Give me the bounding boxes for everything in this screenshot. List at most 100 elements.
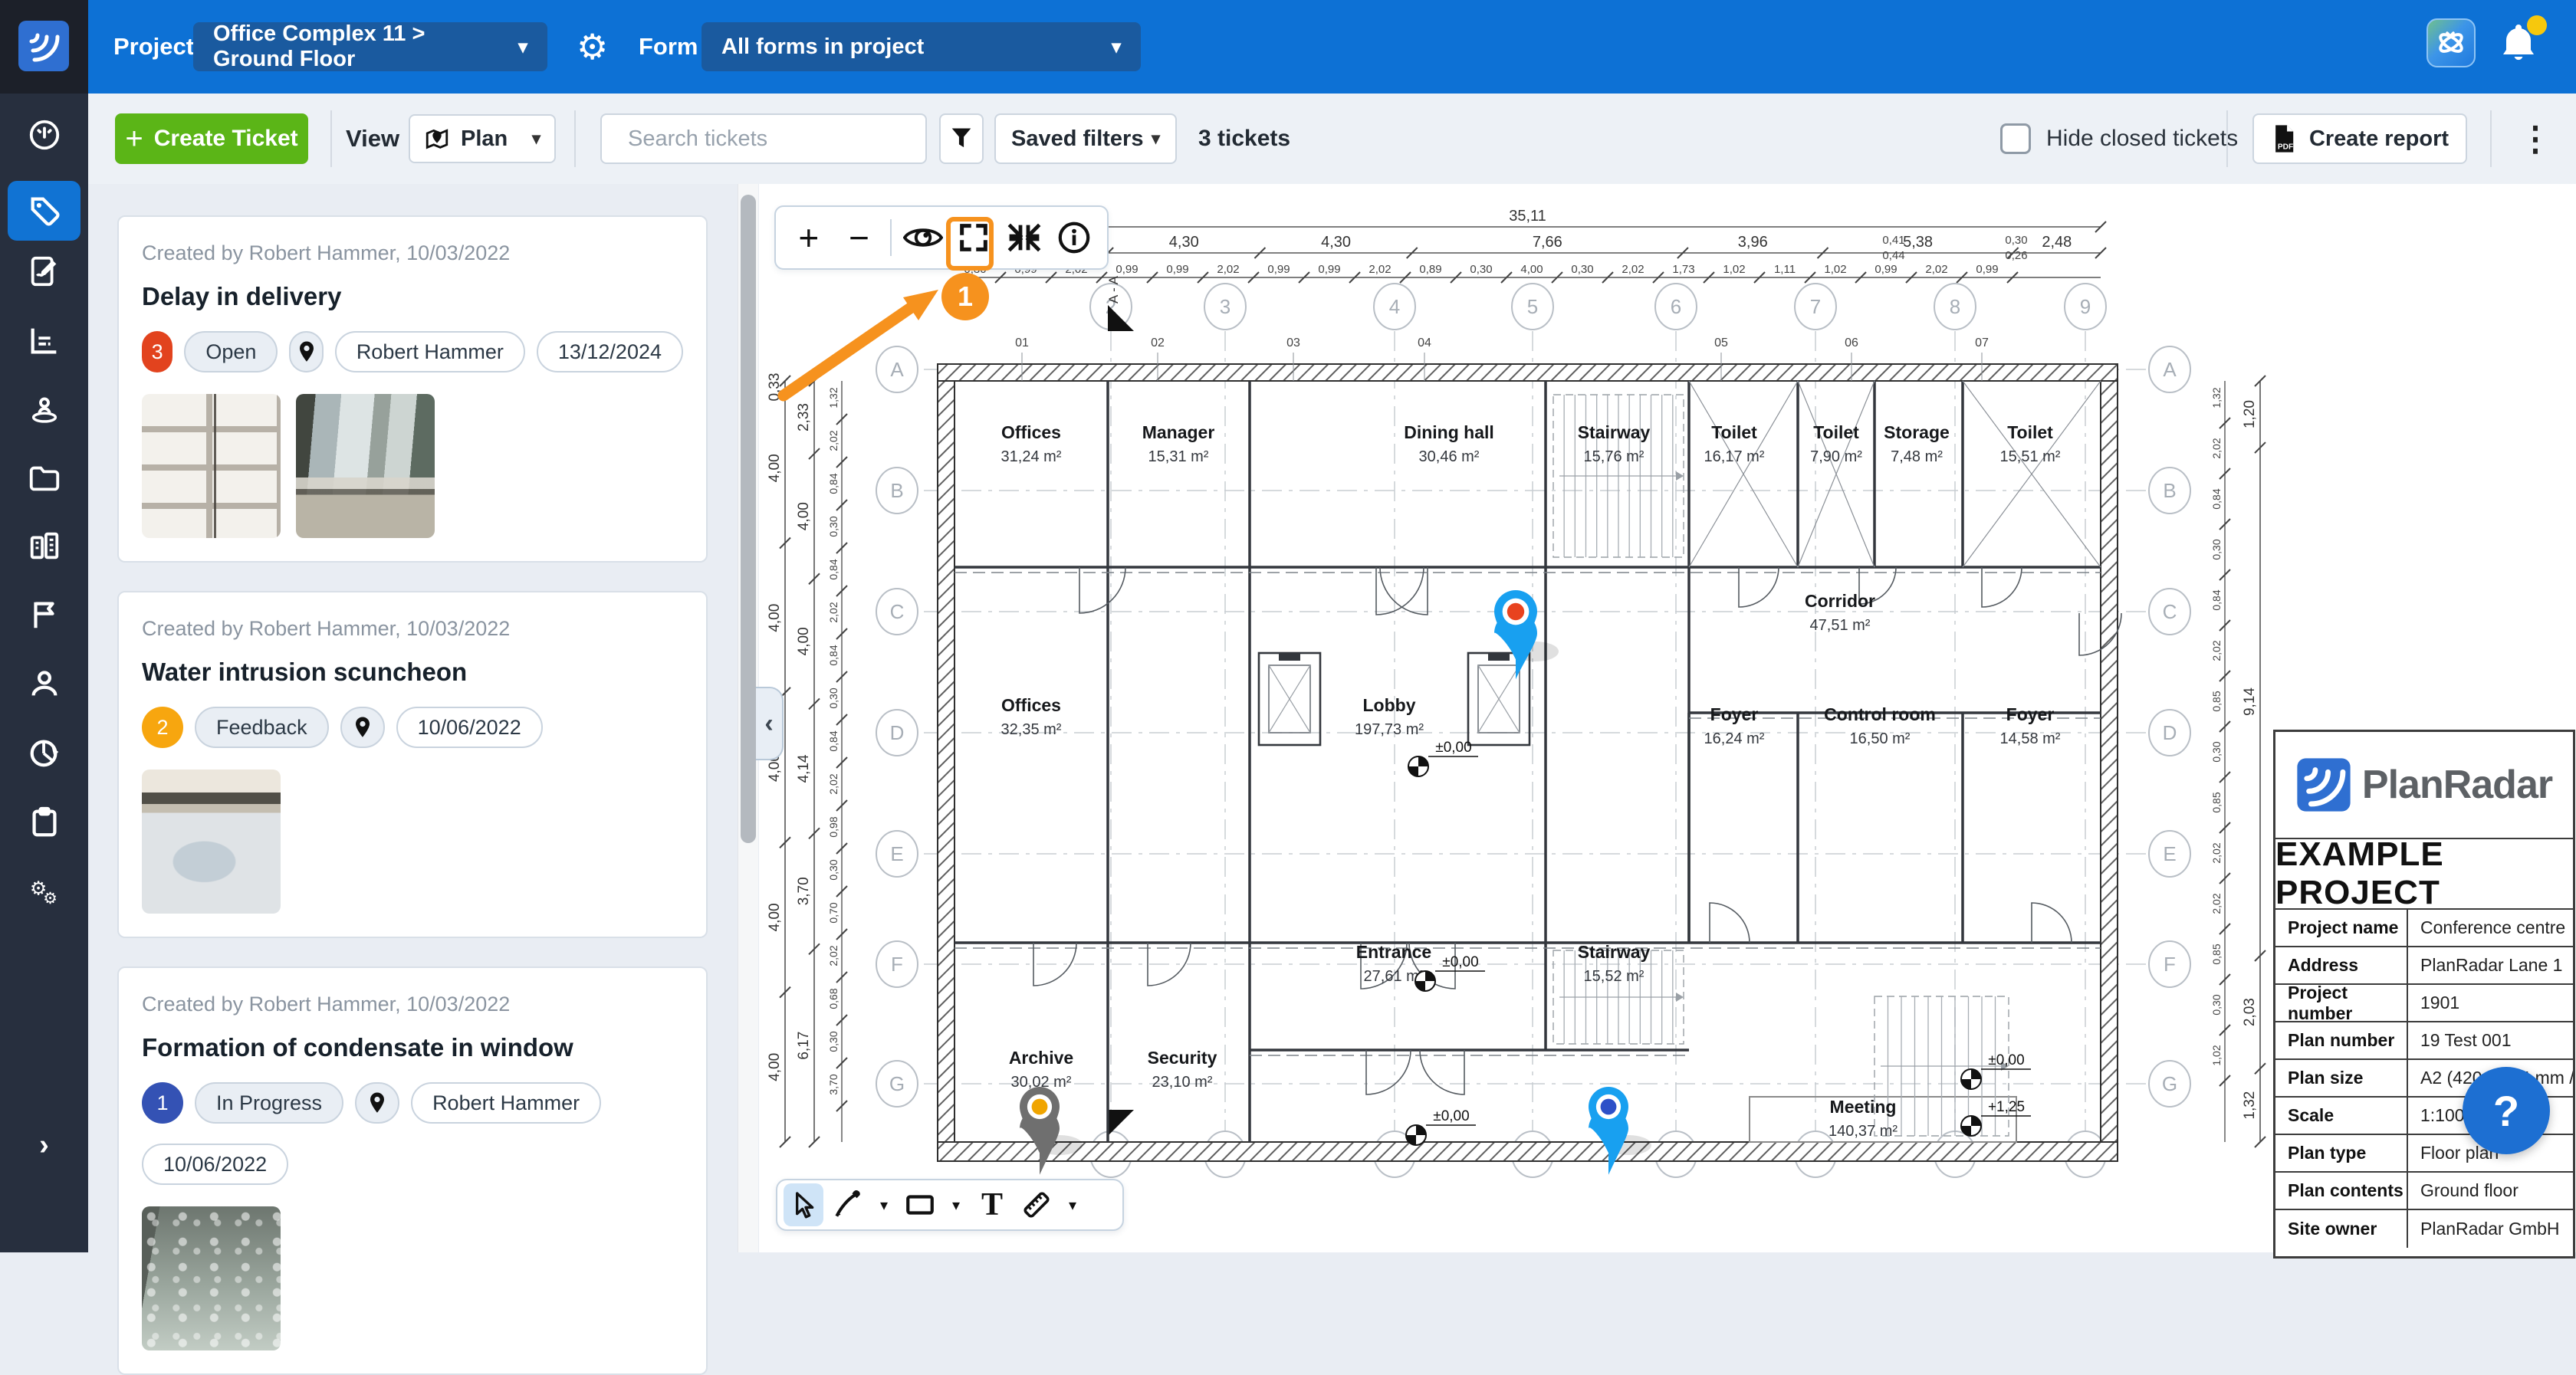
sidebar-item-dashboard[interactable] [8,105,80,165]
sidebar-item-documents[interactable] [8,448,80,508]
create-ticket-button[interactable]: + Create Ticket [115,113,308,164]
rectangle-tool-button[interactable] [900,1183,940,1226]
ticket-card[interactable]: Created by Robert Hammer, 10/03/2022Form… [117,966,708,1375]
saved-filters-dropdown[interactable]: Saved filters ▾ [994,113,1177,164]
info-chip[interactable]: Robert Hammer [411,1082,601,1124]
svg-text:4,00: 4,00 [767,903,783,931]
svg-text:05: 05 [1714,336,1728,349]
svg-text:Lobby: Lobby [1363,695,1416,715]
form-selector[interactable]: All forms in project ▾ [702,22,1141,71]
sidebar-expand-button[interactable]: › [0,1122,88,1168]
help-button[interactable]: ? [2463,1067,2550,1154]
collapse-panel-tab[interactable]: ‹ [756,687,784,760]
text-tool-button[interactable]: T [972,1183,1012,1226]
svg-text:1,20: 1,20 [2242,400,2258,428]
sidebar-item-forms[interactable] [8,241,80,301]
create-report-button[interactable]: PDF Create report [2252,113,2467,164]
svg-text:Entrance: Entrance [1356,942,1431,962]
sidebar-item-projects[interactable] [8,516,80,576]
info-chip[interactable]: 13/12/2024 [537,331,683,372]
view-mode-dropdown[interactable]: Plan ▾ [409,114,556,163]
svg-text:C: C [2163,600,2177,623]
svg-text:0,30: 0,30 [2210,539,2223,560]
svg-text:07: 07 [1975,336,1989,349]
svg-text:31,24 m²: 31,24 m² [1001,448,1062,465]
ticket-photo-thumbnail[interactable] [296,394,435,538]
svg-text:Control room: Control room [1824,704,1936,724]
svg-text:1,32: 1,32 [827,387,840,408]
priority-badge[interactable]: 2 [142,707,183,748]
svg-text:Toilet: Toilet [2007,422,2053,442]
measure-tool-caret[interactable]: ▾ [1061,1196,1084,1215]
measure-tool-button[interactable] [1017,1183,1056,1226]
status-chip[interactable]: In Progress [195,1082,343,1124]
titleblock-row: Plan number19 Test 001 [2275,1022,2573,1060]
sidebar-item-statistics[interactable] [8,310,80,370]
svg-text:3,96: 3,96 [1738,234,1768,251]
svg-text:Foyer: Foyer [2006,704,2055,724]
ticket-card[interactable]: Created by Robert Hammer, 10/03/2022Dela… [117,215,708,563]
select-tool-button[interactable] [784,1183,823,1226]
svg-text:F: F [2164,953,2176,976]
svg-text:A: A [2163,358,2177,381]
list-scrollbar[interactable] [738,184,758,1252]
more-options-kebab-icon[interactable]: ⋮ [2512,94,2558,184]
svg-text:06: 06 [1845,336,1858,349]
pen-tool-caret[interactable]: ▾ [872,1196,895,1215]
notifications-bell-icon[interactable] [2498,20,2544,69]
sidebar-item-tickets[interactable] [8,181,80,241]
sidebar-item-reports[interactable] [8,723,80,783]
zoom-out-button[interactable]: − [837,213,882,262]
svg-text:7,48 m²: 7,48 m² [1891,448,1943,465]
location-pin-chip[interactable] [340,707,385,748]
app-switcher-button[interactable] [2426,18,2476,67]
rectangle-tool-caret[interactable]: ▾ [945,1196,968,1215]
visibility-eye-button[interactable] [901,213,945,262]
zoom-in-button[interactable]: + [787,213,831,262]
search-input[interactable] [626,126,918,153]
plan-info-button[interactable] [1052,213,1096,262]
svg-text:4,14: 4,14 [796,754,812,783]
priority-badge[interactable]: 1 [142,1082,183,1124]
scrollbar-thumb[interactable] [741,195,756,843]
sidebar-item-flags[interactable] [8,585,80,645]
tutorial-step-badge: 1 [941,273,989,320]
sidebar-item-settings[interactable]: ⚙⚙ [8,861,80,920]
ticket-photo-thumbnail[interactable] [142,1206,281,1350]
svg-text:6,17: 6,17 [796,1032,812,1060]
info-chip[interactable]: Robert Hammer [335,331,525,372]
info-chip[interactable]: 10/06/2022 [396,707,543,748]
sidebar-item-contacts[interactable] [8,654,80,714]
create-report-label: Create report [2309,126,2449,152]
status-chip[interactable]: Open [184,331,278,372]
fit-to-screen-button[interactable] [1002,213,1046,262]
location-pin-chip[interactable] [289,331,323,372]
plan-ticket-pin[interactable] [1494,590,1559,679]
hide-closed-checkbox[interactable] [2000,123,2031,154]
svg-text:0,99: 0,99 [1166,263,1188,276]
project-selector[interactable]: Office Complex 11 > Ground Floor ▾ [193,22,547,71]
sidebar-item-site[interactable] [8,379,80,439]
location-pin-chip[interactable] [355,1082,399,1124]
divider [890,219,892,256]
priority-badge[interactable]: 3 [142,331,172,372]
planradar-logo[interactable] [18,21,69,71]
svg-text:±0,00: ±0,00 [1442,954,1478,970]
project-settings-gear-icon[interactable]: ⚙ [577,0,608,94]
svg-text:16,50 m²: 16,50 m² [1850,730,1911,747]
status-chip[interactable]: Feedback [195,707,329,748]
filter-button[interactable] [939,113,984,164]
ticket-card[interactable]: Created by Robert Hammer, 10/03/2022Wate… [117,591,708,938]
ticket-photo-thumbnail[interactable] [142,394,281,538]
info-chip[interactable]: 10/06/2022 [142,1144,288,1185]
titleblock-value: PlanRadar GmbH [2408,1210,2573,1248]
svg-text:3,70: 3,70 [796,877,812,905]
pen-tool-button[interactable] [828,1183,868,1226]
svg-text:Stairway: Stairway [1578,942,1651,962]
titleblock-row: Plan contentsGround floor [2275,1173,2573,1210]
fullscreen-button[interactable] [951,213,996,262]
ticket-photo-thumbnail[interactable] [142,770,281,914]
filter-funnel-icon [950,126,973,151]
titleblock-label: Site owner [2275,1210,2408,1248]
sidebar-item-tasks[interactable] [8,792,80,852]
